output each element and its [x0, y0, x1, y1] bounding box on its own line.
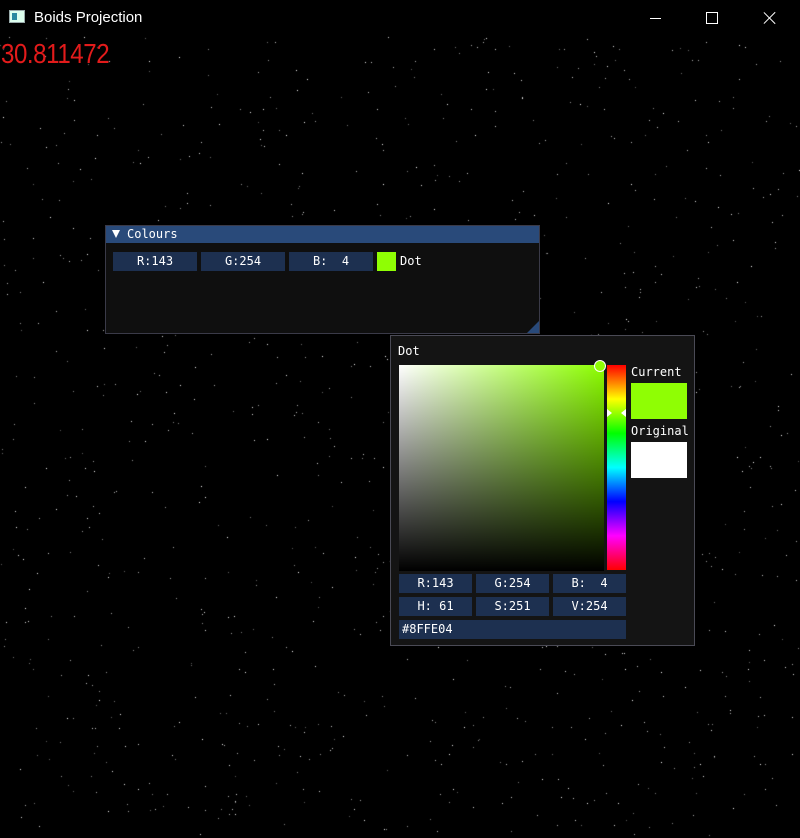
picker-blue-input[interactable]: B: 4	[553, 574, 626, 593]
hue-marker-right-icon	[621, 409, 626, 417]
picker-value-input[interactable]: V:254	[553, 597, 626, 616]
minimize-button[interactable]	[626, 0, 684, 36]
original-color-swatch[interactable]	[631, 442, 687, 478]
colours-window-title: Colours	[127, 227, 178, 241]
app-window: Boids Projection 30.811472 Colours R:143…	[0, 0, 800, 838]
fps-counter: 30.811472	[1, 38, 110, 69]
red-input[interactable]: R:143	[113, 252, 197, 271]
blue-input[interactable]: B: 4	[289, 252, 373, 271]
close-icon	[763, 11, 777, 25]
hue-marker-left-icon	[607, 409, 612, 417]
hue-slider[interactable]	[607, 365, 626, 570]
colours-window: Colours R:143 G:254 B: 4 Dot	[105, 225, 540, 334]
minimize-icon	[649, 17, 661, 19]
picker-green-input[interactable]: G:254	[476, 574, 549, 593]
colours-window-title-bar[interactable]: Colours	[106, 226, 539, 243]
original-label: Original	[631, 424, 689, 438]
current-color-swatch	[631, 383, 687, 419]
dot-color-swatch[interactable]	[377, 252, 396, 271]
title-bar[interactable]: Boids Projection	[0, 0, 800, 36]
resize-grip[interactable]	[527, 321, 539, 333]
color-picker-popup: Dot Current Original R:143 G:254 B: 4 H:…	[390, 335, 695, 646]
hex-input[interactable]: #8FFE04	[399, 620, 626, 639]
green-input[interactable]: G:254	[201, 252, 285, 271]
saturation-value-square[interactable]	[399, 365, 604, 571]
picker-saturation-input[interactable]: S:251	[476, 597, 549, 616]
picker-title: Dot	[398, 344, 420, 358]
app-icon	[9, 10, 25, 23]
picker-hue-input[interactable]: H: 61	[399, 597, 472, 616]
maximize-button[interactable]	[683, 0, 741, 36]
dot-color-label: Dot	[400, 254, 422, 268]
collapse-arrow-icon[interactable]	[112, 230, 120, 238]
window-title: Boids Projection	[34, 9, 143, 26]
current-label: Current	[631, 365, 682, 379]
close-button[interactable]	[741, 0, 799, 36]
picker-red-input[interactable]: R:143	[399, 574, 472, 593]
maximize-icon	[706, 12, 718, 24]
sv-picker-handle[interactable]	[594, 360, 606, 372]
